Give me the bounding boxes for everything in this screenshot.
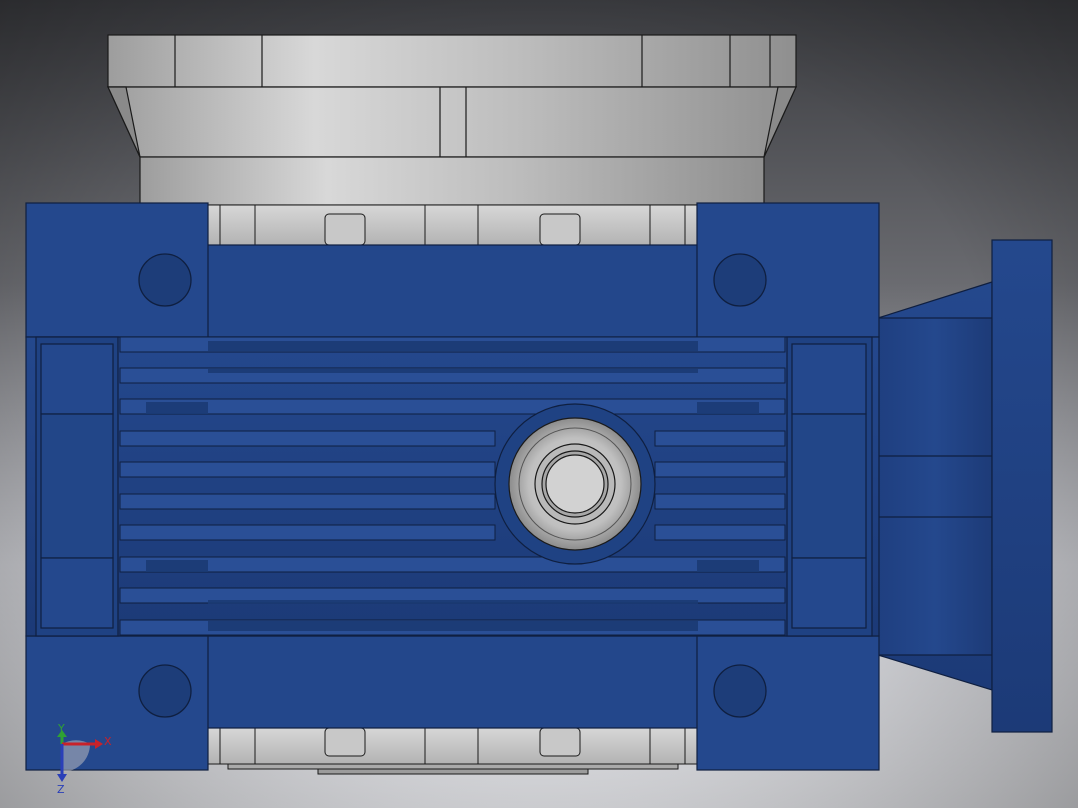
- output-bore[interactable]: [494, 403, 656, 565]
- cooling-fin: [654, 493, 786, 510]
- bolt-hole-bottom-left: [138, 664, 192, 718]
- cooling-fin: [119, 398, 786, 415]
- cooling-fin: [119, 493, 496, 510]
- cooling-fin: [654, 430, 786, 447]
- z-axis-label: Z: [57, 783, 65, 796]
- bottom-bearing-band: [204, 727, 701, 775]
- top-bearing-band: [204, 204, 701, 246]
- bolt-hole-top-left: [138, 253, 192, 307]
- cooling-fin: [119, 461, 496, 478]
- cooling-fin: [119, 524, 496, 541]
- bolt-hole-top-right: [713, 253, 767, 307]
- bolt-hole-bottom-right: [713, 664, 767, 718]
- output-flange[interactable]: [877, 239, 1053, 733]
- cooling-fin: [654, 524, 786, 541]
- 3d-viewport[interactable]: X Y Z: [0, 0, 1078, 808]
- x-axis-label: X: [104, 735, 112, 748]
- cooling-fin: [119, 430, 496, 447]
- cooling-fin: [654, 461, 786, 478]
- cooling-fin: [119, 556, 786, 573]
- top-motor-flange[interactable]: [107, 34, 797, 206]
- y-axis-label: Y: [57, 722, 65, 735]
- gearbox-model-view[interactable]: X Y Z: [0, 0, 1078, 808]
